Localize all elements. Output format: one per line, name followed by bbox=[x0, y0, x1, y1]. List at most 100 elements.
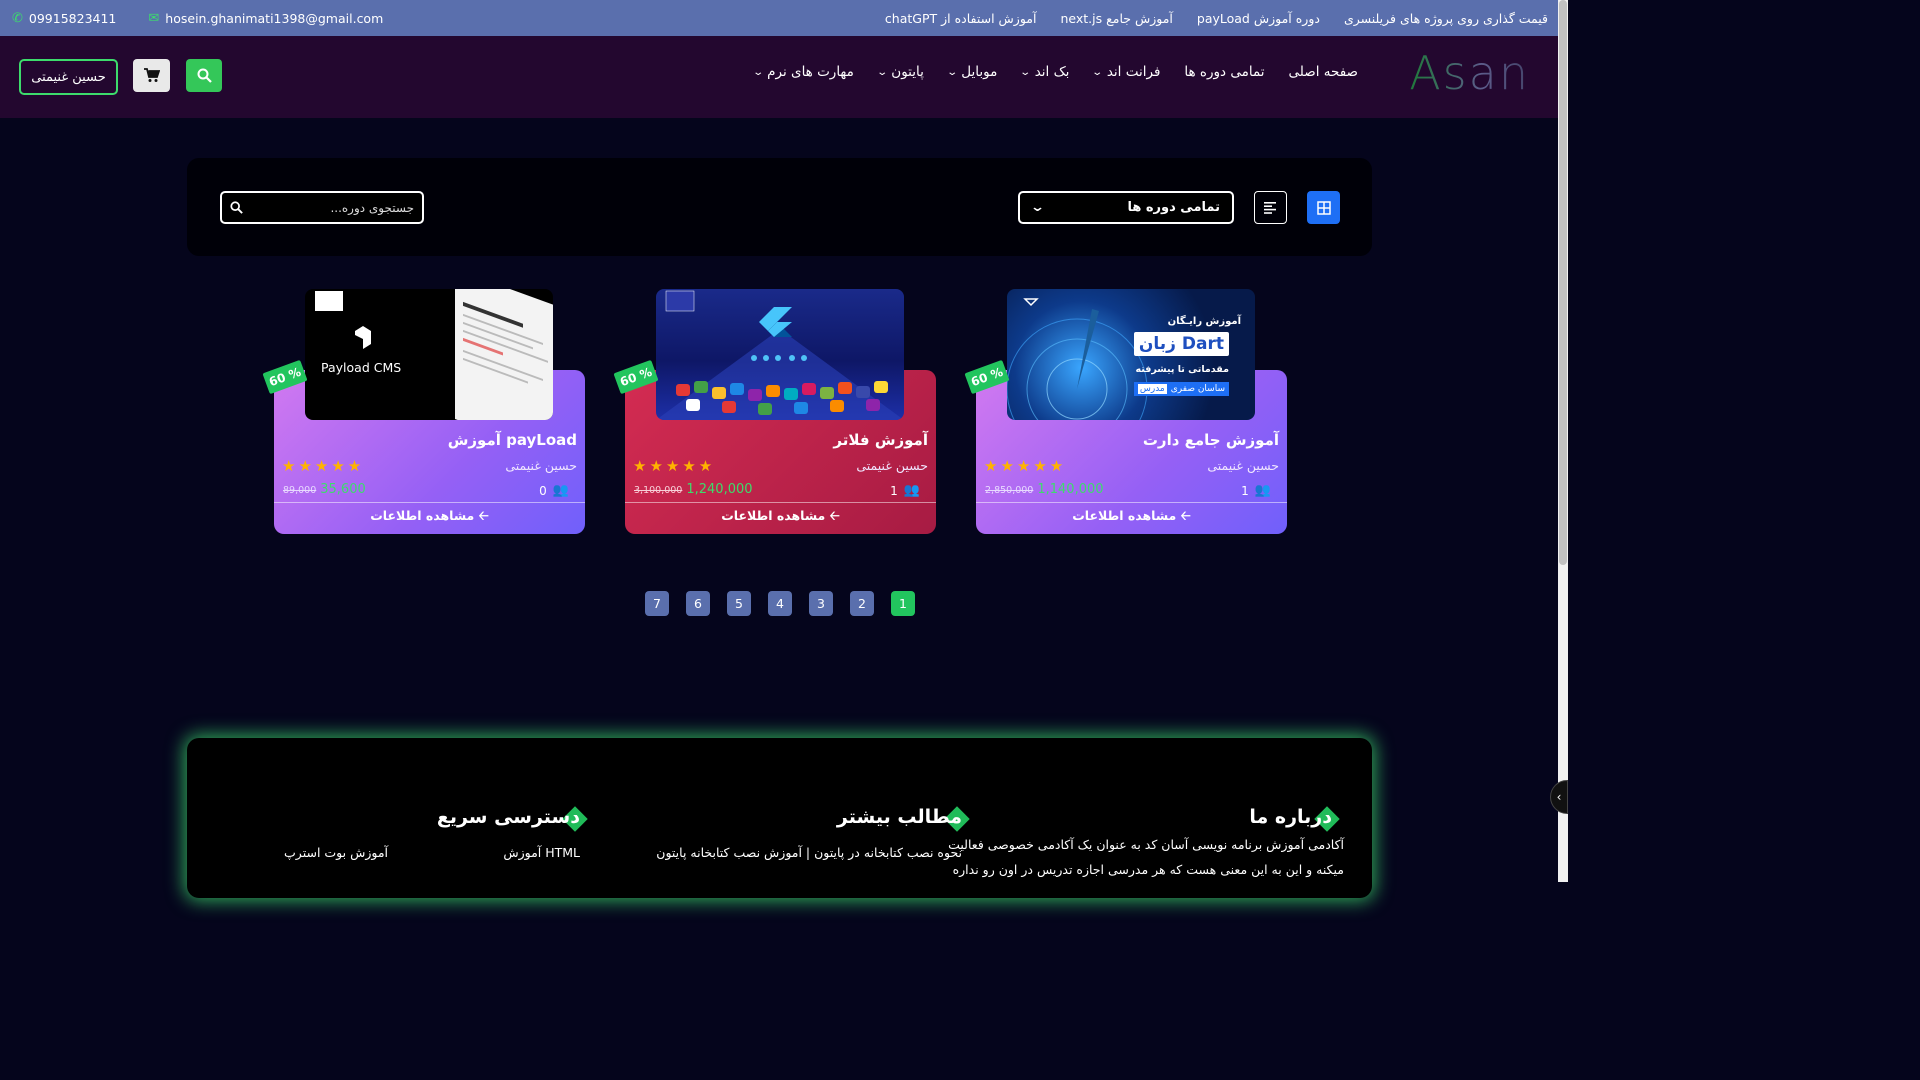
pagination: 7 6 5 4 3 2 1 bbox=[645, 591, 915, 616]
page-button-5[interactable]: 5 bbox=[727, 591, 751, 616]
page-button-3[interactable]: 3 bbox=[809, 591, 833, 616]
top-link-nextjs[interactable]: آموزش جامع next.js bbox=[1060, 11, 1172, 26]
search-icon bbox=[230, 201, 243, 214]
student-count: 1 👥 bbox=[890, 483, 920, 498]
new-price: 1,240,000 bbox=[686, 482, 753, 497]
nav-backend-label: بک اند bbox=[1034, 64, 1070, 80]
search-icon bbox=[197, 68, 212, 83]
chevron-down-icon: ⌄ bbox=[1029, 200, 1046, 215]
header-search-button[interactable] bbox=[186, 59, 222, 92]
nav-soft-skills[interactable]: مهارت های نرم ⌄ bbox=[752, 64, 854, 80]
grid-view-button[interactable] bbox=[1307, 191, 1340, 224]
page-button-2[interactable]: 2 bbox=[850, 591, 874, 616]
footer-about-text-1: آکادمی آموزش برنامه نویسی آسان کد به عنو… bbox=[948, 837, 1344, 852]
page-button-7[interactable]: 7 bbox=[645, 591, 669, 616]
site-logo[interactable]: Asan bbox=[1409, 46, 1530, 100]
chevron-down-icon: ⌄ bbox=[876, 66, 888, 78]
view-details-button[interactable]: مشاهده اطلاعات 🡠 bbox=[976, 507, 1287, 528]
profile-button[interactable]: حسین غنیمتی bbox=[19, 59, 118, 95]
course-thumbnail[interactable] bbox=[656, 289, 904, 420]
course-search-input[interactable] bbox=[243, 200, 414, 215]
page-button-4[interactable]: 4 bbox=[768, 591, 792, 616]
page-button-1[interactable]: 1 bbox=[891, 591, 915, 616]
new-price: 35,600 bbox=[320, 482, 366, 497]
course-card[interactable]: Payload CMS 60 % آموزش payLoad حسین غنیم… bbox=[262, 289, 585, 534]
side-panel-toggle[interactable]: ‹ bbox=[1550, 780, 1568, 814]
top-link-payload[interactable]: دوره آموزش payLoad bbox=[1197, 11, 1320, 26]
view-details-label: مشاهده اطلاعات bbox=[1072, 508, 1177, 523]
contact-info: ✆ 09915823411 ✉ hosein.ghanimati1398@gma… bbox=[12, 11, 383, 26]
page-scrollbar[interactable] bbox=[1558, 0, 1568, 882]
list-view-button[interactable] bbox=[1254, 191, 1287, 224]
list-icon bbox=[1263, 201, 1276, 214]
course-author: حسین غنیمتی bbox=[1207, 458, 1279, 473]
course-filter-panel: ⌄ تمامی دوره ها bbox=[187, 158, 1372, 256]
footer-quick-link-html[interactable]: آموزش HTML bbox=[503, 845, 580, 860]
course-thumbnail[interactable]: آموزش رایـگان زبان Dart مقدماتی تا پیشرف… bbox=[1007, 289, 1255, 420]
discount-badge: 60 % bbox=[964, 359, 1010, 395]
phone-number: 09915823411 bbox=[28, 10, 117, 26]
view-details-button[interactable]: مشاهده اطلاعات 🡠 bbox=[625, 507, 936, 528]
nav-python-label: پایتون bbox=[891, 64, 924, 80]
course-title[interactable]: آموزش جامع دارت bbox=[1143, 431, 1279, 449]
course-price: 89,000 35,600 bbox=[283, 482, 366, 497]
grid-icon bbox=[1316, 200, 1331, 215]
course-search-field[interactable] bbox=[220, 191, 424, 224]
nav-frontend-label: فرانت اند bbox=[1106, 64, 1161, 80]
student-count-value: 1 bbox=[890, 483, 898, 498]
cart-button[interactable] bbox=[133, 59, 170, 92]
discount-badge: 60 % bbox=[613, 359, 659, 395]
footer-about-heading: درباره ما bbox=[1249, 806, 1340, 832]
site-footer: درباره ما آکادمی آموزش برنامه نویسی آسان… bbox=[187, 738, 1372, 898]
email-contact[interactable]: ✉ hosein.ghanimati1398@gmail.com bbox=[148, 11, 383, 26]
nav-mobile[interactable]: موبایل ⌄ bbox=[946, 64, 998, 80]
card-divider bbox=[274, 502, 585, 503]
footer-more-link[interactable]: نحوه نصب کتابخانه در پایتون | آموزش نصب … bbox=[656, 845, 962, 860]
footer-more-title: مطالب بیشتر bbox=[836, 806, 962, 828]
scrollbar-thumb[interactable] bbox=[1559, 0, 1567, 565]
nav-home[interactable]: صفحه اصلی bbox=[1289, 64, 1358, 80]
main-header: حسین غنیمتی صفحه اصلی تمامی دوره ها فران… bbox=[0, 36, 1558, 118]
chevron-left-icon: ‹ bbox=[1556, 790, 1562, 804]
main-nav: صفحه اصلی تمامی دوره ها فرانت اند ⌄ بک ان… bbox=[752, 64, 1358, 80]
chevron-down-icon: ⌄ bbox=[1091, 66, 1104, 78]
course-thumbnail[interactable]: Payload CMS bbox=[305, 289, 553, 420]
phone-contact[interactable]: ✆ 09915823411 bbox=[12, 11, 116, 26]
course-card[interactable]: 60 % آموزش فلاتر حسین غنیمتی ★★★★★ 1 👥 3… bbox=[613, 289, 936, 534]
nav-backend[interactable]: بک اند ⌄ bbox=[1020, 64, 1070, 80]
new-price: 1,140,000 bbox=[1037, 482, 1104, 497]
footer-about-title: درباره ما bbox=[1249, 806, 1332, 828]
rating-stars: ★★★★★ bbox=[633, 457, 716, 475]
card-divider bbox=[976, 502, 1287, 503]
top-bar: ✆ 09915823411 ✉ hosein.ghanimati1398@gma… bbox=[0, 0, 1558, 36]
student-count-value: 0 bbox=[539, 483, 547, 498]
phone-icon: ✆ bbox=[12, 10, 23, 26]
top-link-chatgpt[interactable]: آموزش استفاده از chatGPT bbox=[885, 11, 1037, 26]
category-select[interactable]: ⌄ تمامی دوره ها bbox=[1018, 191, 1234, 224]
arrow-left-icon: 🡠 bbox=[1180, 508, 1191, 523]
view-details-button[interactable]: مشاهده اطلاعات 🡠 bbox=[274, 507, 585, 528]
course-title[interactable]: آموزش payLoad bbox=[448, 431, 577, 449]
footer-quick-title: دسترسی سریع bbox=[436, 806, 580, 828]
page-button-6[interactable]: 6 bbox=[686, 591, 710, 616]
payload-screens-image bbox=[315, 289, 553, 420]
rating-stars: ★★★★★ bbox=[282, 457, 365, 475]
nav-mobile-label: موبایل bbox=[961, 64, 998, 80]
nav-all-courses[interactable]: تمامی دوره ها bbox=[1184, 64, 1264, 80]
course-title[interactable]: آموزش فلاتر bbox=[833, 431, 928, 449]
old-price: 3,100,000 bbox=[634, 485, 683, 496]
nav-soft-skills-label: مهارت های نرم bbox=[767, 64, 854, 80]
thumb-teacher-tag: مدرس bbox=[1137, 384, 1167, 394]
footer-quick-heading: دسترسی سریع bbox=[436, 806, 588, 832]
users-icon: 👥 bbox=[903, 483, 920, 498]
top-link-freelance-pricing[interactable]: قیمت گذاری روی پروژه های فریلنسری bbox=[1344, 11, 1548, 26]
course-author: حسین غنیمتی bbox=[505, 458, 577, 473]
old-price: 89,000 bbox=[283, 485, 317, 496]
nav-frontend[interactable]: فرانت اند ⌄ bbox=[1091, 64, 1161, 80]
users-icon: 👥 bbox=[1254, 483, 1271, 498]
nav-python[interactable]: پایتون ⌄ bbox=[876, 64, 924, 80]
course-card[interactable]: آموزش رایـگان زبان Dart مقدماتی تا پیشرف… bbox=[964, 289, 1287, 534]
nav-all-courses-label: تمامی دوره ها bbox=[1184, 64, 1265, 80]
thumb-teacher: مدرس ساسان صفری bbox=[1133, 382, 1229, 396]
footer-quick-link-bootstrap[interactable]: آموزش بوت استرپ bbox=[284, 845, 388, 860]
